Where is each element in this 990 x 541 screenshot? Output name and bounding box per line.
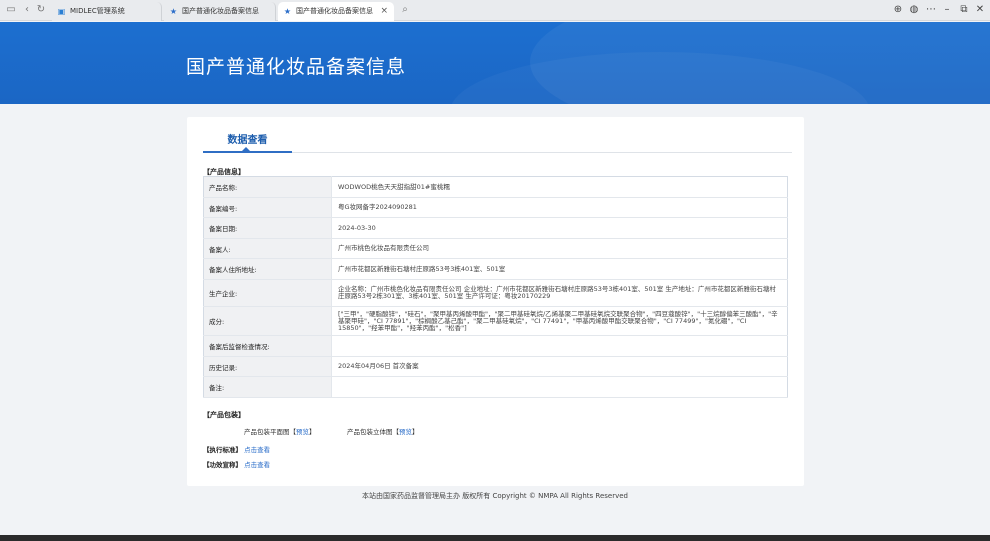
efficacy-heading: 【功效宣称】: [203, 461, 242, 469]
standard-line: 【执行标准】 点击查看: [203, 444, 270, 454]
package-3d-bracket: 】: [412, 428, 419, 436]
standard-heading: 【执行标准】: [203, 446, 242, 454]
efficacy-view-link[interactable]: 点击查看: [244, 461, 270, 469]
browser-tab-midlec[interactable]: ▣ MIDLEC管理系统: [52, 2, 162, 21]
table-row: 备案后监督检查情况:: [203, 335, 788, 357]
table-row: 成分: ["三甲"，"硬脂酸锌"，"硅石"，"聚甲基丙烯酸甲酯"，"聚二甲基硅氧…: [203, 306, 788, 336]
table-row: 备案人: 广州市桃色化妆品有限责任公司: [203, 238, 788, 259]
back-icon[interactable]: ‹: [20, 3, 34, 17]
row-key: 备案人住所地址:: [203, 258, 332, 280]
package-3d-line: 产品包装立体图【预览】: [347, 426, 419, 436]
row-value: 广州市桃色化妆品有限责任公司: [331, 238, 788, 259]
page-footer: 本站由国家药品监督管理局主办 版权所有 Copyright © NMPA All…: [362, 492, 628, 500]
table-row: 生产企业: 企业名称：广州市桃色化妆品有限责任公司 企业地址：广州市花都区新雅街…: [203, 279, 788, 307]
tab-caret-icon: [242, 147, 250, 151]
download-icon[interactable]: ⊕: [891, 3, 905, 17]
window-close-icon[interactable]: ✕: [973, 3, 987, 17]
package-flat-text: 产品包装平面图【: [244, 428, 296, 436]
package-flat-preview-link[interactable]: 预览: [296, 428, 309, 436]
table-row: 备注:: [203, 376, 788, 398]
restore-icon[interactable]: ⧉: [957, 3, 971, 17]
browser-tab-filing-2[interactable]: ★ 国产普通化妆品备案信息 ×: [278, 2, 394, 21]
search-icon[interactable]: ⌕: [398, 3, 412, 17]
table-row: 历史记录: 2024年04月06日 首次备案: [203, 356, 788, 377]
row-value: 2024年04月06日 首次备案: [331, 356, 788, 377]
tab-active-indicator: [203, 151, 292, 153]
row-value: 企业名称：广州市桃色化妆品有限责任公司 企业地址：广州市花都区新雅街石塘村庄原路…: [331, 279, 788, 307]
package-flat-line: 产品包装平面图【预览】: [244, 426, 316, 436]
table-row: 备案日期: 2024-03-30: [203, 217, 788, 239]
content-card: 数据查看 【产品信息】 产品名称: WODWOD桃色天天甜指甜01#蜜桃糯 备案…: [187, 117, 804, 486]
page-title: 国产普通化妆品备案信息: [186, 56, 407, 78]
row-value: ["三甲"，"硬脂酸锌"，"硅石"，"聚甲基丙烯酸甲酯"，"聚二甲基硅氧烷/乙烯…: [331, 306, 788, 336]
row-value: 粤G妆网备字2024090281: [331, 197, 788, 218]
row-key: 备案日期:: [203, 217, 332, 239]
table-row: 备案人住所地址: 广州市花都区新雅街石塘村庄原路53号3栋401室、501室: [203, 258, 788, 280]
nmpa-logo-icon: ★: [283, 7, 292, 16]
browser-tabbar: ▭ ‹ ↻ ▣ MIDLEC管理系统 ★ 国产普通化妆品备案信息 ★ 国产普通化…: [0, 0, 990, 21]
row-key: 生产企业:: [203, 279, 332, 307]
sidebar-toggle-icon[interactable]: ▭: [4, 3, 18, 17]
package-heading: 【产品包装】: [203, 411, 245, 419]
row-key: 产品名称:: [203, 176, 332, 198]
os-taskbar: [0, 535, 990, 541]
globe-icon[interactable]: ◍: [907, 3, 921, 17]
page-icon: ▣: [57, 7, 66, 16]
efficacy-line: 【功效宣称】 点击查看: [203, 459, 270, 469]
package-3d-preview-link[interactable]: 预览: [399, 428, 412, 436]
row-key: 成分:: [203, 306, 332, 336]
row-key: 备注:: [203, 376, 332, 398]
browser-tab-label: 国产普通化妆品备案信息: [182, 7, 259, 15]
close-tab-icon[interactable]: ×: [380, 2, 388, 21]
refresh-icon[interactable]: ↻: [34, 3, 48, 17]
row-value: [331, 335, 788, 357]
standard-view-link[interactable]: 点击查看: [244, 446, 270, 454]
row-key: 备案后监督检查情况:: [203, 335, 332, 357]
browser-tab-label: MIDLEC管理系统: [70, 7, 125, 15]
row-value: [331, 376, 788, 398]
row-key: 备案人:: [203, 238, 332, 259]
more-icon[interactable]: ⋯: [924, 3, 938, 17]
table-row: 产品名称: WODWOD桃色天天甜指甜01#蜜桃糯: [203, 176, 788, 198]
table-row: 备案编号: 粤G妆网备字2024090281: [203, 197, 788, 218]
package-3d-text: 产品包装立体图【: [347, 428, 399, 436]
nmpa-logo-icon: ★: [169, 7, 178, 16]
minimize-icon[interactable]: –: [940, 3, 954, 17]
product-info-table: 产品名称: WODWOD桃色天天甜指甜01#蜜桃糯 备案编号: 粤G妆网备字20…: [203, 176, 788, 398]
browser-tab-filing-1[interactable]: ★ 国产普通化妆品备案信息: [164, 2, 276, 21]
page-banner: 国产普通化妆品备案信息: [0, 22, 990, 104]
row-value: WODWOD桃色天天甜指甜01#蜜桃糯: [331, 176, 788, 198]
row-value: 广州市花都区新雅街石塘村庄原路53号3栋401室、501室: [331, 258, 788, 280]
row-key: 历史记录:: [203, 356, 332, 377]
row-key: 备案编号:: [203, 197, 332, 218]
row-value: 2024-03-30: [331, 217, 788, 239]
browser-tab-label: 国产普通化妆品备案信息: [296, 7, 373, 15]
package-flat-bracket: 】: [309, 428, 316, 436]
